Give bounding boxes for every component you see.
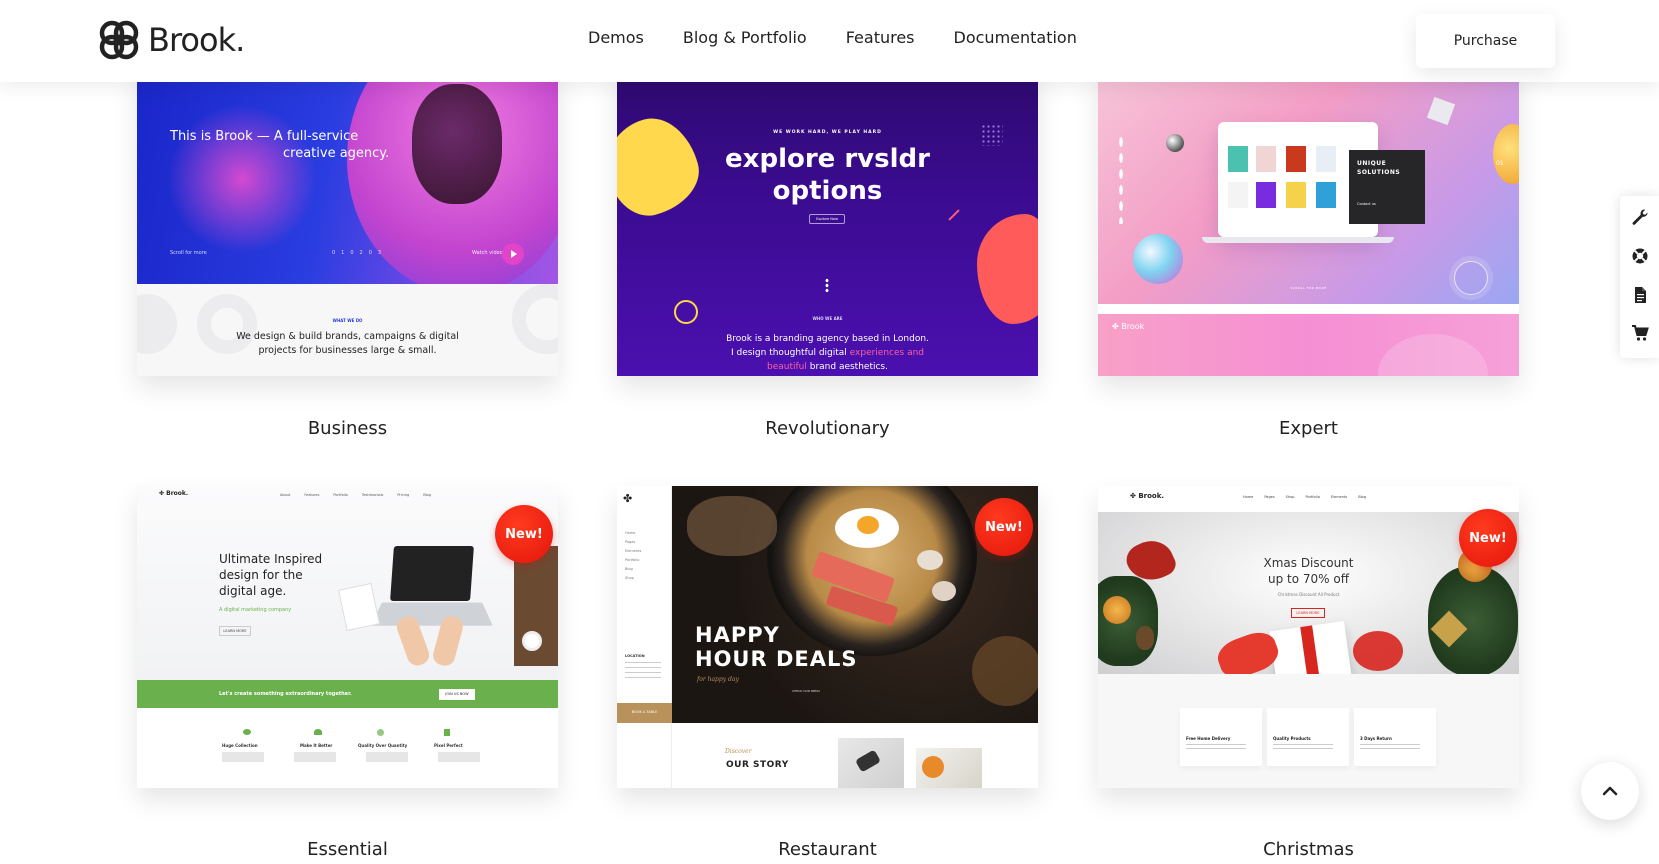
preview-box-1: Free Home Delivery (1186, 736, 1231, 741)
preview-headline: This is Brook — A full-service (170, 129, 359, 144)
preview-card-2: SOLUTIONS (1357, 169, 1401, 176)
preview-box-2: Quality Products (1273, 736, 1311, 741)
document-icon[interactable] (1631, 286, 1649, 304)
preview-headline-2: up to 70% off (1268, 572, 1349, 586)
side-toolbar (1620, 196, 1659, 358)
preview-card-link: Contact us (1357, 202, 1376, 206)
preview-button-label: LEARN MORE (223, 629, 247, 633)
preview-headline-1: explore rvsldr (725, 144, 930, 174)
site-header: Brook. Demos Blog & Portfolio Features D… (0, 0, 1659, 82)
purchase-button[interactable]: Purchase (1416, 14, 1555, 68)
preview-menu: Home Pages Shop Portfolio Elements Blog (1243, 495, 1366, 499)
preview-button: Explore Now (809, 214, 845, 224)
nav-documentation[interactable]: Documentation (954, 28, 1077, 47)
preview-headline-2: HOUR DEALS (695, 647, 858, 671)
preview-book-label: BOOK A TABLE (631, 710, 658, 714)
preview-body-2: projects for businesses large & small. (258, 345, 437, 356)
preview-logo: ✤ Brook (1112, 322, 1145, 331)
demo-thumbnail-expert[interactable]: 01 UNIQUE SOLUTIONS Contact us SCROLL FO… (1098, 64, 1519, 376)
preview-book-button: BOOK A TABLE (617, 703, 672, 723)
preview-headline-2: creative agency. (283, 146, 390, 161)
preview-headline-3: digital age. (219, 584, 287, 598)
new-badge: New! (495, 505, 553, 563)
lifebuoy-icon[interactable] (1631, 247, 1649, 265)
preview-headline-2: design for the (219, 568, 303, 582)
preview-button-label: LEARN MORE (1296, 611, 1320, 615)
preview-who: WHO WE ARE (812, 316, 843, 321)
preview-menu: Home Pages Elements Portfolio Blog Shop (625, 531, 642, 580)
demo-thumbnail-revolutionary[interactable]: WE WORK HARD, WE PLAY HARD explore rvsld… (617, 64, 1038, 376)
preview-script: for happy day (697, 676, 739, 683)
preview-band-text: Let's create something extraordinary tog… (219, 691, 352, 697)
logo[interactable]: Brook. (96, 16, 245, 64)
chevron-up-icon (1602, 786, 1618, 796)
preview-body-1: We design & build brands, campaigns & di… (236, 331, 459, 342)
new-badge: New! (975, 498, 1033, 556)
preview-headline-1: Xmas Discount (1263, 556, 1354, 570)
preview-body-3: beautiful brand aesthetics. (767, 362, 888, 372)
cart-icon[interactable] (1631, 324, 1649, 342)
preview-sub: Christmas Discount All Product (1277, 592, 1340, 597)
demo-title-revolutionary[interactable]: Revolutionary (617, 418, 1038, 439)
preview-logo: ✤ Brook. (159, 490, 189, 497)
preview-eyebrow: WHAT WE DO (332, 318, 363, 323)
preview-box-3: 3 Days Return (1360, 736, 1392, 741)
scroll-to-top-button[interactable] (1581, 762, 1639, 820)
preview-menu: About Features Portfolio Testimonials Pricin… (280, 493, 431, 497)
preview-headline-1: Ultimate Inspired (219, 552, 323, 566)
preview-headline-1: HAPPY (695, 623, 780, 647)
preview-feature-1: Huge Collection (222, 743, 258, 748)
new-badge: New! (1459, 509, 1517, 567)
brook-logo-icon (99, 20, 139, 60)
preview-counter: 01 (1496, 160, 1504, 167)
main-nav: Demos Blog & Portfolio Features Document… (588, 28, 1077, 47)
preview-band-button-label: JOIN US NOW (445, 692, 469, 696)
preview-feature-4: Pixel Perfect (434, 743, 463, 748)
preview-story: OUR STORY (726, 760, 789, 770)
preview-logo: ✤ Brook. (1130, 492, 1165, 500)
demo-thumbnail-business[interactable]: This is Brook — A full-service creative … (137, 64, 558, 376)
preview-card-1: UNIQUE (1357, 160, 1387, 167)
preview-story-script: Discover (725, 748, 752, 755)
nav-features[interactable]: Features (846, 28, 915, 47)
demo-title-expert[interactable]: Expert (1098, 418, 1519, 439)
demo-title-christmas[interactable]: Christmas (1098, 839, 1519, 860)
play-icon (502, 243, 524, 265)
preview-headline-2: options (772, 176, 883, 206)
demo-title-business[interactable]: Business (137, 418, 558, 439)
preview-band-button: JOIN US NOW (439, 689, 475, 700)
demo-thumbnail-christmas[interactable]: ✤ Brook. Home Pages Shop Portfolio Elements B… (1098, 486, 1519, 788)
preview-watch-text: Watch video (472, 250, 503, 256)
nav-blog-portfolio[interactable]: Blog & Portfolio (683, 28, 807, 47)
logo-text: Brook. (148, 21, 245, 59)
demo-title-restaurant[interactable]: Restaurant (617, 839, 1038, 860)
wrench-icon[interactable] (1631, 208, 1649, 226)
preview-pager: 010203 (332, 250, 388, 256)
preview-tagline: A digital marketing company (219, 607, 292, 613)
preview-cta: CHECK OUR MENU (792, 689, 820, 693)
preview-button: LEARN MORE (1291, 608, 1325, 618)
preview-logo-icon: ✤ (623, 492, 633, 505)
preview-eyebrow: WE WORK HARD, WE PLAY HARD (773, 130, 882, 135)
preview-scroll: SCROLL FOR MORE (1290, 286, 1327, 290)
preview-scroll-text: Scroll for more (170, 250, 207, 256)
preview-feature-2: Make It Better (300, 743, 333, 748)
demo-title-essential[interactable]: Essential (137, 839, 558, 860)
preview-button-label: Explore Now (816, 216, 838, 221)
preview-body-1: Brook is a branding agency based in Lond… (726, 334, 929, 344)
preview-body-2: I design thoughtful digital experiences … (730, 348, 925, 358)
nav-demos[interactable]: Demos (588, 28, 644, 47)
preview-button: LEARN MORE (219, 626, 251, 636)
preview-feature-3: Quality Over Quantity (358, 743, 408, 748)
preview-location: LOCATION (625, 654, 645, 658)
